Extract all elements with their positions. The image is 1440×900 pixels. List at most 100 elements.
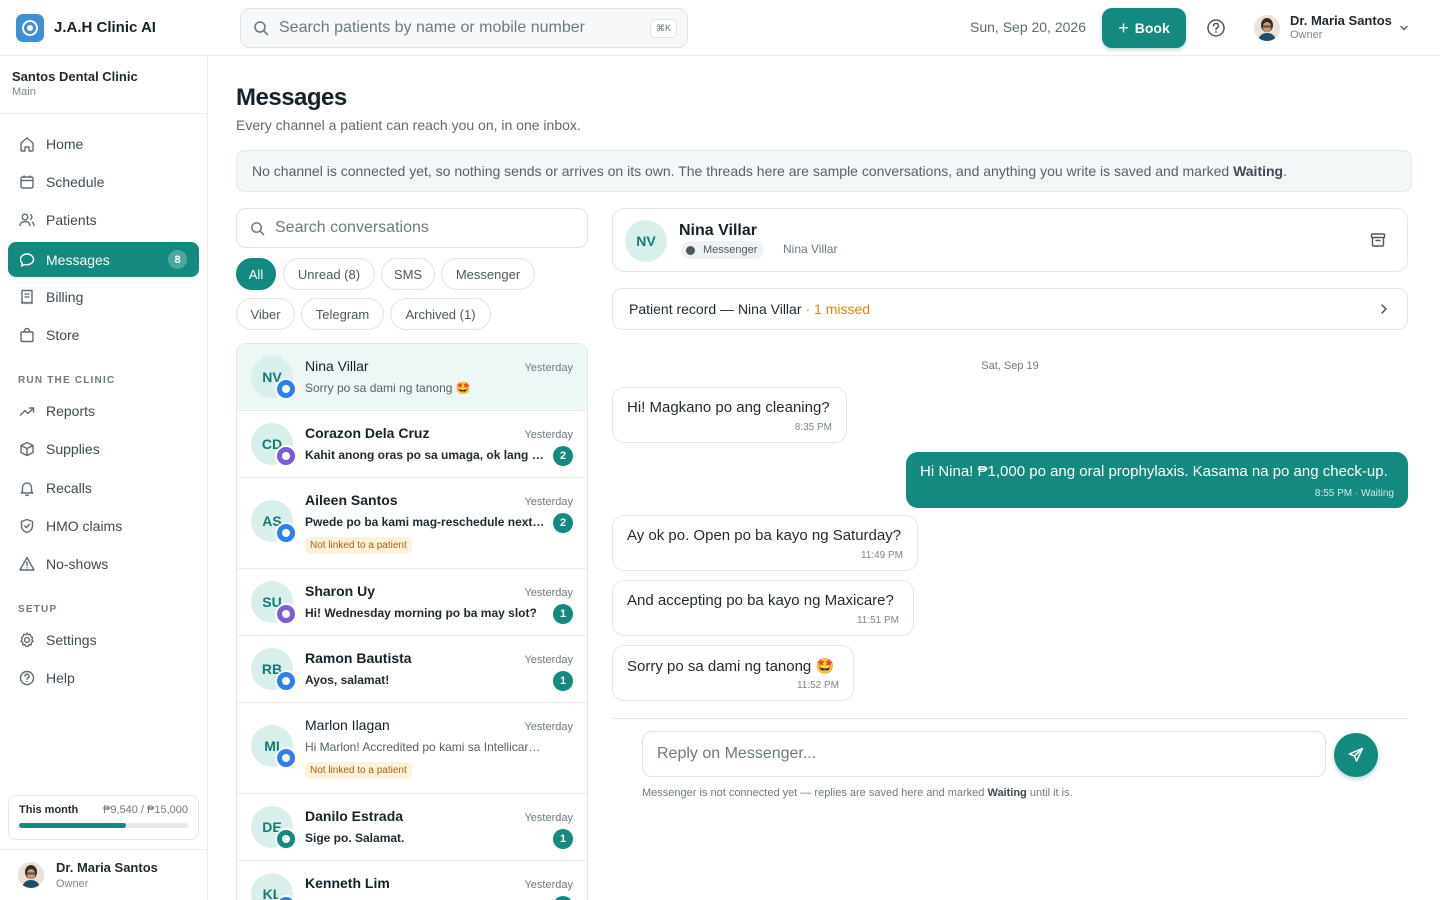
viber-icon	[275, 445, 297, 467]
sidebar-item-label: Supplies	[46, 440, 100, 457]
sidebar-item-billing[interactable]: Billing	[8, 279, 199, 314]
chevron-down-icon	[1400, 25, 1408, 31]
contact-name: Sharon Uy	[305, 583, 376, 599]
month-progress-bar	[19, 823, 188, 828]
contact-name: Nina Villar	[305, 358, 369, 374]
conversation-row[interactable]: DE Danilo Estrada Yesterday Sige po. Salama…	[237, 794, 587, 861]
filter-chip-archived[interactable]: Archived (1)	[390, 298, 491, 330]
sidebar-item-schedule[interactable]: Schedule	[8, 164, 199, 199]
unread-badge: 1	[553, 671, 573, 691]
avatar	[18, 862, 44, 888]
book-button[interactable]: + Book	[1102, 8, 1186, 48]
conversation-row[interactable]: RB Ramon Bautista Yesterday Ayos, salamat! 1	[237, 636, 587, 703]
page-subtitle: Every channel a patient can reach you on…	[236, 117, 581, 133]
filter-chip-sms[interactable]: SMS	[381, 258, 435, 290]
notice-end: .	[1283, 163, 1287, 179]
contact-name: Aileen Santos	[305, 492, 398, 508]
message-bubble-incoming: And accepting po ba kayo ng Maxicare? 11…	[612, 580, 914, 636]
messenger-icon	[275, 378, 297, 400]
patient-record-link[interactable]: Patient record — Nina Villar · 1 missed	[612, 288, 1408, 330]
filter-chip-messenger[interactable]: Messenger	[441, 258, 535, 290]
sidebar-item-label: Messages	[46, 251, 110, 268]
month-label: This month	[19, 804, 79, 816]
conversation-row[interactable]: SU Sharon Uy Yesterday Hi! Wednesday mornin…	[237, 569, 587, 636]
message-icon	[19, 252, 35, 267]
home-icon	[20, 136, 34, 152]
sidebar-user[interactable]: Dr. Maria Santos Owner	[0, 849, 207, 900]
sidebar-item-settings[interactable]: Settings	[8, 622, 199, 657]
thread-contact-name: Nina Villar	[679, 222, 757, 239]
gear-icon	[20, 631, 34, 647]
conversation-search-input[interactable]: Search conversations	[236, 208, 588, 248]
section-label-setup: SETUP	[18, 604, 58, 615]
notice-text: No channel is connected yet, so nothing …	[252, 163, 1230, 179]
message-preview: Sige po. Salamat.	[305, 831, 405, 845]
conversation-time: Yesterday	[524, 879, 573, 891]
conversation-time: Yesterday	[524, 587, 573, 599]
thread-handle: Nina Villar	[783, 242, 838, 256]
reply-note-end: until it is.	[1026, 787, 1073, 799]
filter-chip-unread[interactable]: Unread (8)	[283, 258, 375, 290]
conversation-time: Yesterday	[524, 812, 573, 824]
conversation-row[interactable]: KLKenneth LimYesterdayCopy doc, salamat!…	[237, 861, 587, 900]
brand[interactable]: J.A.H Clinic AI	[0, 13, 208, 42]
sidebar-item-messages[interactable]: Messages 8	[8, 242, 199, 277]
contact-name: Marlon Ilagan	[305, 717, 390, 733]
filter-chip-viber[interactable]: Viber	[236, 298, 295, 330]
message-preview: Kahit anong oras po sa umaga, ok lang po	[305, 448, 545, 462]
patient-search-input[interactable]: Search patients by name or mobile number…	[240, 8, 688, 48]
sidebar-item-patients[interactable]: Patients	[8, 202, 199, 237]
box-icon	[20, 441, 34, 456]
message-time: 8:55 PM · Waiting	[1314, 488, 1394, 499]
user-menu[interactable]: Dr. Maria Santos Owner	[1254, 13, 1408, 42]
filter-chip-all[interactable]: All	[236, 258, 276, 290]
user-name: Dr. Maria Santos	[1290, 13, 1392, 28]
channel-pill-label: Messenger	[703, 244, 758, 256]
message-bubble-outgoing: Hi Nina! ₱1,000 po ang oral prophylaxis.…	[906, 452, 1408, 508]
monthly-target-card[interactable]: This month ₱9,540 / ₱15,000	[8, 795, 199, 840]
message-bubble-incoming: Sorry po sa dami ng tanong 🤩 11:52 PM	[612, 645, 854, 701]
sidebar-item-label: No-shows	[46, 555, 109, 572]
conversation-row[interactable]: MI Marlon Ilagan Yesterday Hi Marlon! Accre…	[237, 703, 587, 794]
conversation-row[interactable]: AS Aileen Santos Yesterday Pwede po ba kami…	[237, 478, 587, 569]
shortcut-hint: ⌘K	[649, 18, 677, 38]
sidebar-item-hmo-claims[interactable]: HMO claims	[8, 508, 199, 543]
send-icon	[1348, 747, 1364, 762]
clinic-switcher[interactable]: Santos Dental Clinic Main	[0, 56, 207, 114]
app-name: J.A.H Clinic AI	[54, 19, 156, 36]
message-preview: Sorry po sa dami ng tanong 🤩	[305, 381, 471, 395]
help-icon[interactable]	[1206, 18, 1226, 41]
unread-badge: 1	[553, 604, 573, 624]
reply-note-waiting: Waiting	[987, 787, 1027, 799]
sidebar-item-supplies[interactable]: Supplies	[8, 431, 199, 466]
thread-header: NV Nina Villar Messenger Nina Villar	[612, 208, 1408, 272]
sidebar-item-home[interactable]: Home	[8, 126, 199, 161]
messenger-icon	[275, 670, 297, 692]
sidebar-item-label: Schedule	[46, 173, 105, 190]
sidebar-item-label: Home	[46, 135, 84, 152]
filter-chip-telegram[interactable]: Telegram	[301, 298, 384, 330]
contact-name: Corazon Dela Cruz	[305, 425, 430, 441]
day-separator: Sat, Sep 19	[981, 360, 1039, 372]
archive-icon[interactable]	[1369, 231, 1387, 252]
conversation-row[interactable]: CD Corazon Dela Cruz Yesterday Kahit anong …	[237, 411, 587, 478]
month-progress-fill	[19, 823, 127, 828]
sidebar-item-store[interactable]: Store	[8, 317, 199, 352]
message-time: 8:35 PM	[794, 422, 832, 433]
sidebar-item-help[interactable]: Help	[8, 660, 199, 695]
message-bubble-incoming: Ay ok po. Open po ba kayo ng Saturday? 1…	[612, 515, 918, 571]
book-button-label: Book	[1134, 20, 1170, 36]
sidebar-user-role: Owner	[56, 878, 89, 890]
search-icon	[254, 21, 269, 36]
sidebar-item-recalls[interactable]: Recalls	[8, 470, 199, 505]
sidebar-item-no-shows[interactable]: No-shows	[8, 546, 199, 581]
reply-note-text: Messenger is not connected yet — replies…	[642, 787, 988, 799]
sidebar-item-label: HMO claims	[46, 517, 123, 534]
conversation-row[interactable]: NV Nina Villar Yesterday Sorry po sa dami n…	[237, 344, 587, 411]
send-button[interactable]	[1334, 733, 1378, 777]
sidebar-item-reports[interactable]: Reports	[8, 393, 199, 428]
contact-name: Kenneth Lim	[305, 875, 390, 891]
avatar	[1254, 15, 1280, 41]
bell-icon	[20, 481, 34, 496]
reply-input[interactable]: Reply on Messenger...	[642, 731, 1326, 777]
